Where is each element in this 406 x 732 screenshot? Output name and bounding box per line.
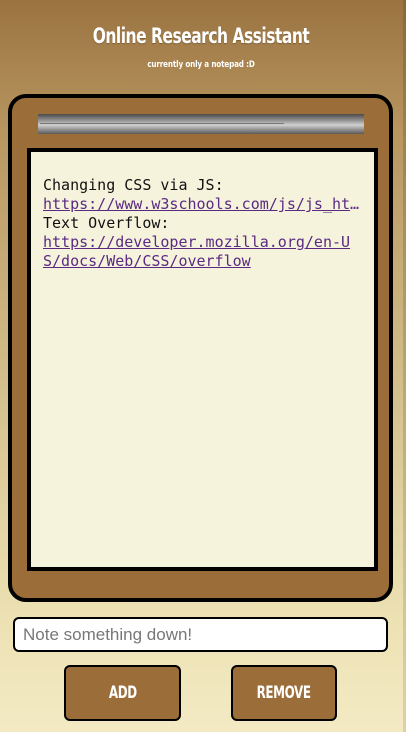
notepad-board: Changing CSS via JS: https://www.w3schoo… (8, 94, 393, 602)
note-input[interactable] (13, 617, 388, 652)
note-text: Text Overflow: (43, 214, 170, 232)
app-subtitle: currently only a notepad :D (147, 60, 255, 70)
note-text: Changing CSS via JS: (43, 176, 224, 194)
app-header: Online Research Assistant currently only… (0, 0, 402, 92)
note-link[interactable]: https://www.w3schools.com/js/js_htmldom_… (43, 195, 360, 214)
notes-paper: Changing CSS via JS: https://www.w3schoo… (27, 148, 378, 571)
remove-button-label: REMOVE (256, 683, 312, 703)
add-button-label: ADD (108, 683, 137, 703)
clipboard-clip (38, 114, 364, 134)
app-title: Online Research Assistant (92, 24, 310, 48)
note-link[interactable]: https://developer.mozilla.org/en-US/docs… (43, 233, 360, 271)
add-button[interactable]: ADD (64, 665, 181, 721)
remove-button[interactable]: REMOVE (231, 665, 337, 721)
